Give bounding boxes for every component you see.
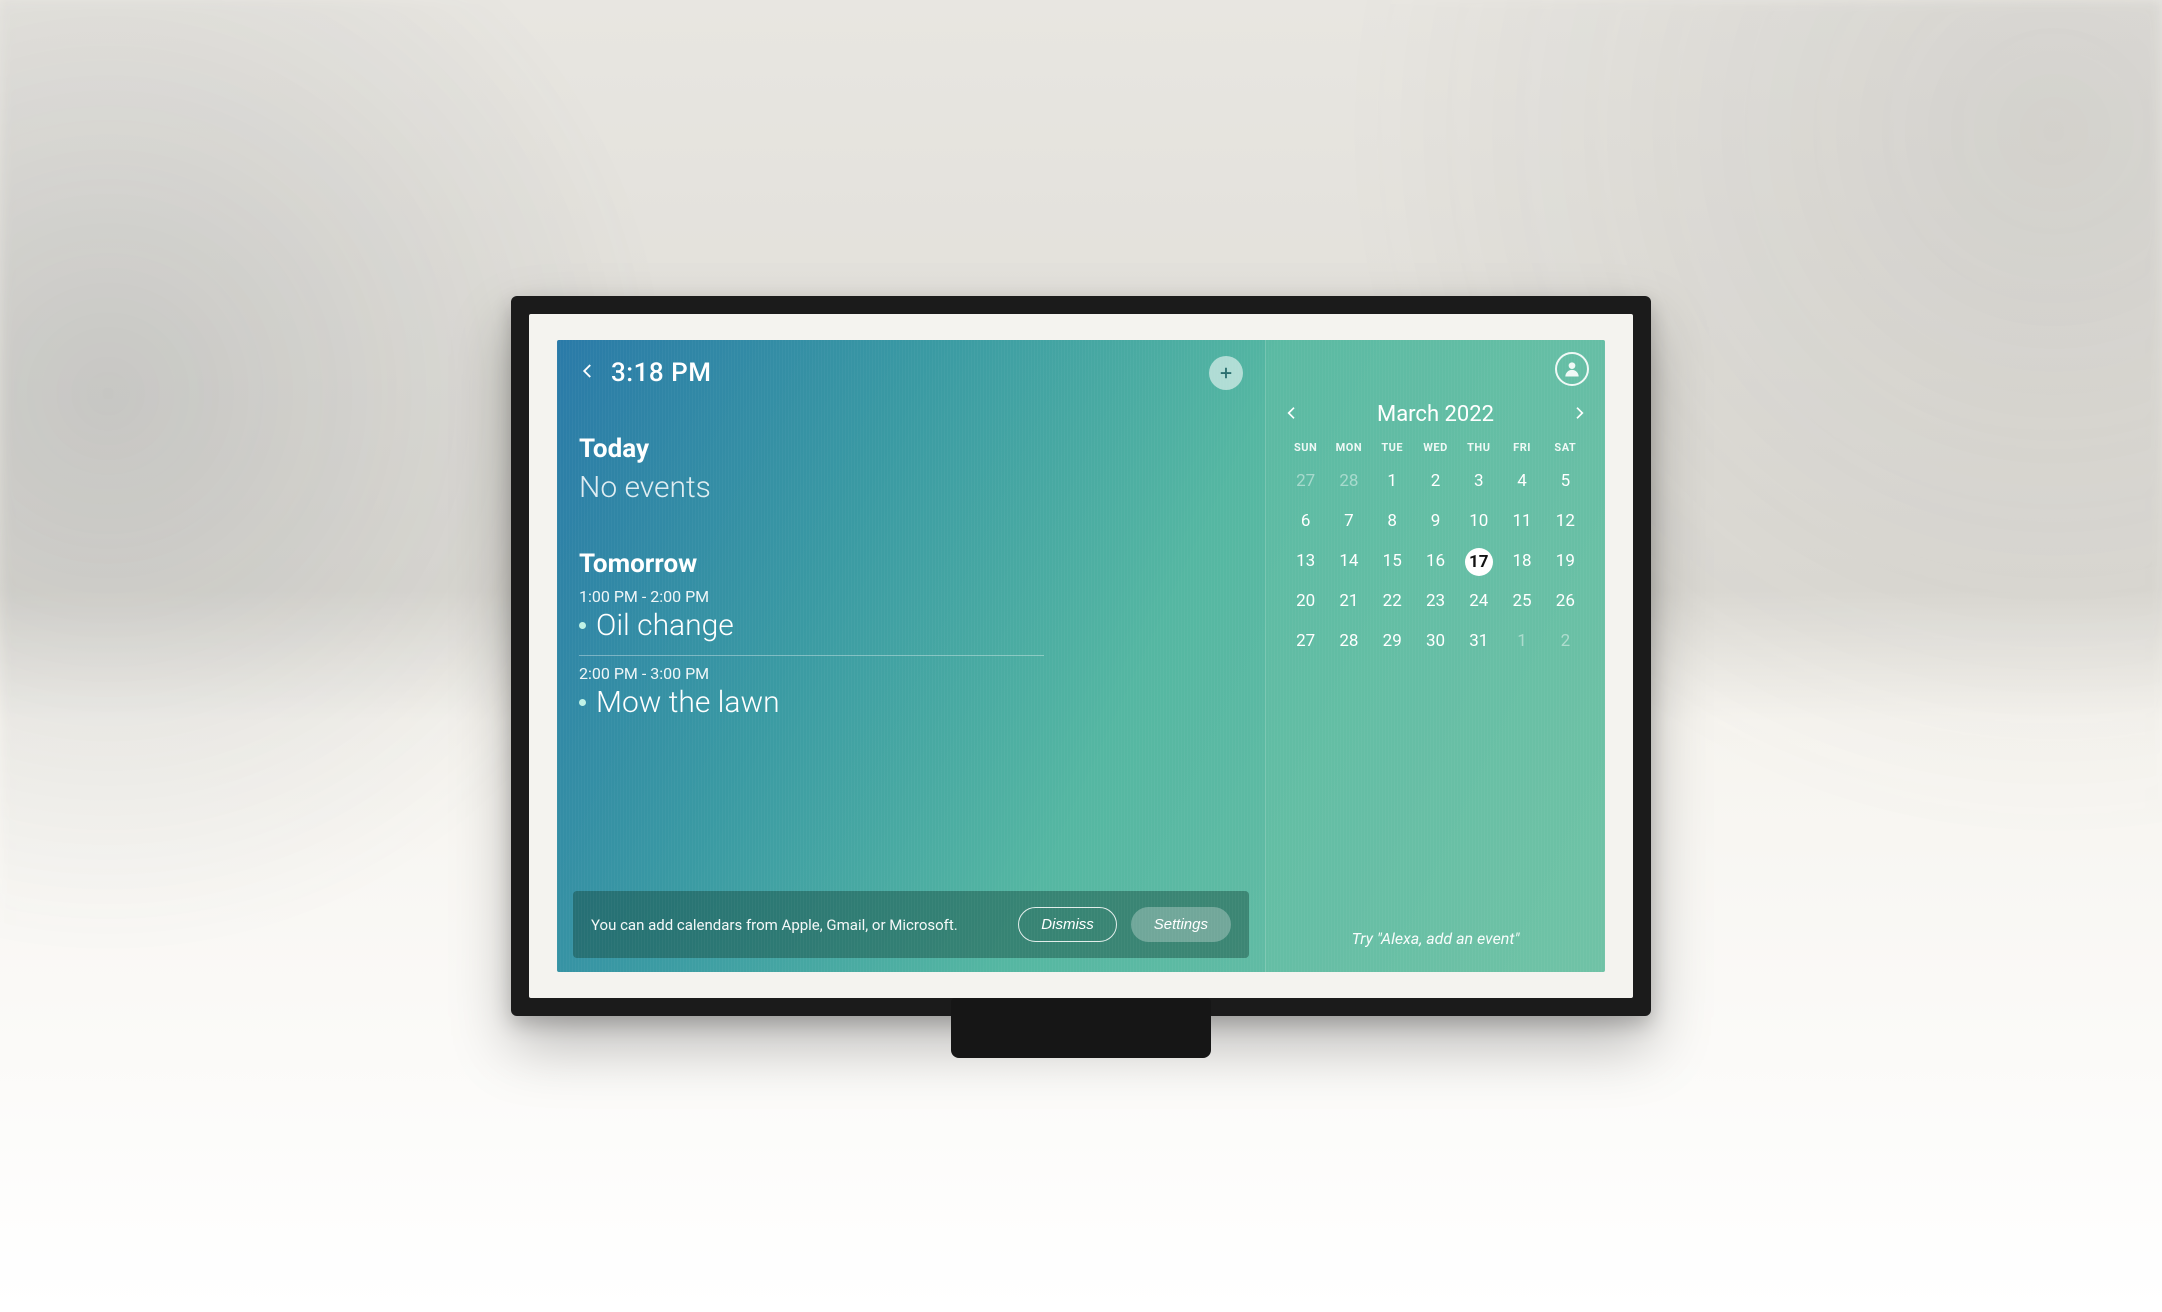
agenda-list: Today No events Tomorrow 1:00 PM - 2:00 …: [579, 434, 1243, 720]
add-event-button[interactable]: [1209, 356, 1243, 390]
calendar-day[interactable]: 2: [1414, 468, 1457, 494]
prev-month-button[interactable]: [1284, 405, 1300, 425]
calendar-day[interactable]: 6: [1284, 508, 1327, 534]
calendar-day[interactable]: 2: [1544, 628, 1587, 654]
calendar-day[interactable]: 16: [1414, 548, 1457, 574]
voice-hint: Try "Alexa, add an event": [1284, 929, 1587, 956]
top-bar: 3:18 PM: [579, 354, 1243, 392]
calendar-dow: THU: [1457, 441, 1500, 454]
tomorrow-heading: Tomorrow: [579, 549, 1243, 579]
calendar-day[interactable]: 1: [1500, 628, 1543, 654]
calendar-setup-banner: You can add calendars from Apple, Gmail,…: [573, 891, 1249, 958]
calendar-day[interactable]: 13: [1284, 548, 1327, 574]
calendar-day[interactable]: 17: [1457, 548, 1500, 574]
calendar-day[interactable]: 24: [1457, 588, 1500, 614]
event-title: Mow the lawn: [596, 685, 780, 720]
event-time: 1:00 PM - 2:00 PM: [579, 587, 1243, 606]
screen: 3:18 PM Today No events Tomorrow 1:00 PM…: [557, 340, 1605, 972]
agenda-pane: 3:18 PM Today No events Tomorrow 1:00 PM…: [557, 340, 1265, 972]
calendar-day[interactable]: 3: [1457, 468, 1500, 494]
calendar-day[interactable]: 26: [1544, 588, 1587, 614]
calendar-day[interactable]: 9: [1414, 508, 1457, 534]
calendar-day[interactable]: 15: [1371, 548, 1414, 574]
today-heading: Today: [579, 434, 1243, 464]
calendar-header: March 2022: [1284, 402, 1587, 427]
calendar-day[interactable]: 23: [1414, 588, 1457, 614]
calendar-day[interactable]: 1: [1371, 468, 1414, 494]
event-title: Oil change: [596, 608, 734, 643]
calendar-day[interactable]: 27: [1284, 628, 1327, 654]
calendar-dow: TUE: [1371, 441, 1414, 454]
calendar-dow: SAT: [1544, 441, 1587, 454]
today-empty-text: No events: [579, 470, 1243, 505]
event-item[interactable]: 2:00 PM - 3:00 PM Mow the lawn: [579, 664, 1243, 720]
calendar-day[interactable]: 11: [1500, 508, 1543, 534]
calendar-day[interactable]: 19: [1544, 548, 1587, 574]
calendar-grid: SUNMONTUEWEDTHUFRISAT2728123456789101112…: [1284, 441, 1587, 654]
event-item[interactable]: 1:00 PM - 2:00 PM Oil change: [579, 587, 1243, 643]
device-frame: 3:18 PM Today No events Tomorrow 1:00 PM…: [511, 296, 1651, 1016]
settings-button[interactable]: Settings: [1131, 907, 1231, 942]
calendar-dow: WED: [1414, 441, 1457, 454]
event-divider: [579, 655, 1044, 656]
device-stand: [951, 998, 1211, 1058]
calendar-day[interactable]: 20: [1284, 588, 1327, 614]
calendar-dow: MON: [1327, 441, 1370, 454]
calendar-day[interactable]: 22: [1371, 588, 1414, 614]
calendar-day[interactable]: 5: [1544, 468, 1587, 494]
device-bezel: 3:18 PM Today No events Tomorrow 1:00 PM…: [529, 314, 1633, 998]
calendar-day[interactable]: 12: [1544, 508, 1587, 534]
calendar-day[interactable]: 21: [1327, 588, 1370, 614]
calendar-pane: March 2022 SUNMONTUEWEDTHUFRISAT27281234…: [1265, 340, 1605, 972]
back-button[interactable]: [579, 362, 597, 384]
calendar-dow: FRI: [1500, 441, 1543, 454]
dismiss-button[interactable]: Dismiss: [1018, 907, 1117, 942]
calendar-day[interactable]: 18: [1500, 548, 1543, 574]
calendar-day[interactable]: 29: [1371, 628, 1414, 654]
calendar-day[interactable]: 7: [1327, 508, 1370, 534]
event-time: 2:00 PM - 3:00 PM: [579, 664, 1243, 683]
banner-message: You can add calendars from Apple, Gmail,…: [591, 916, 1004, 934]
calendar-day[interactable]: 28: [1327, 468, 1370, 494]
calendar-day[interactable]: 4: [1500, 468, 1543, 494]
calendar-day[interactable]: 25: [1500, 588, 1543, 614]
calendar-dow: SUN: [1284, 441, 1327, 454]
calendar-day[interactable]: 30: [1414, 628, 1457, 654]
calendar-day[interactable]: 14: [1327, 548, 1370, 574]
calendar-day[interactable]: 31: [1457, 628, 1500, 654]
calendar-day[interactable]: 8: [1371, 508, 1414, 534]
calendar-day[interactable]: 27: [1284, 468, 1327, 494]
clock: 3:18 PM: [611, 358, 711, 388]
event-dot-icon: [579, 622, 586, 629]
calendar-day[interactable]: 28: [1327, 628, 1370, 654]
month-title: March 2022: [1377, 402, 1494, 427]
next-month-button[interactable]: [1571, 405, 1587, 425]
calendar-day[interactable]: 10: [1457, 508, 1500, 534]
profile-button[interactable]: [1555, 352, 1589, 386]
event-dot-icon: [579, 699, 586, 706]
